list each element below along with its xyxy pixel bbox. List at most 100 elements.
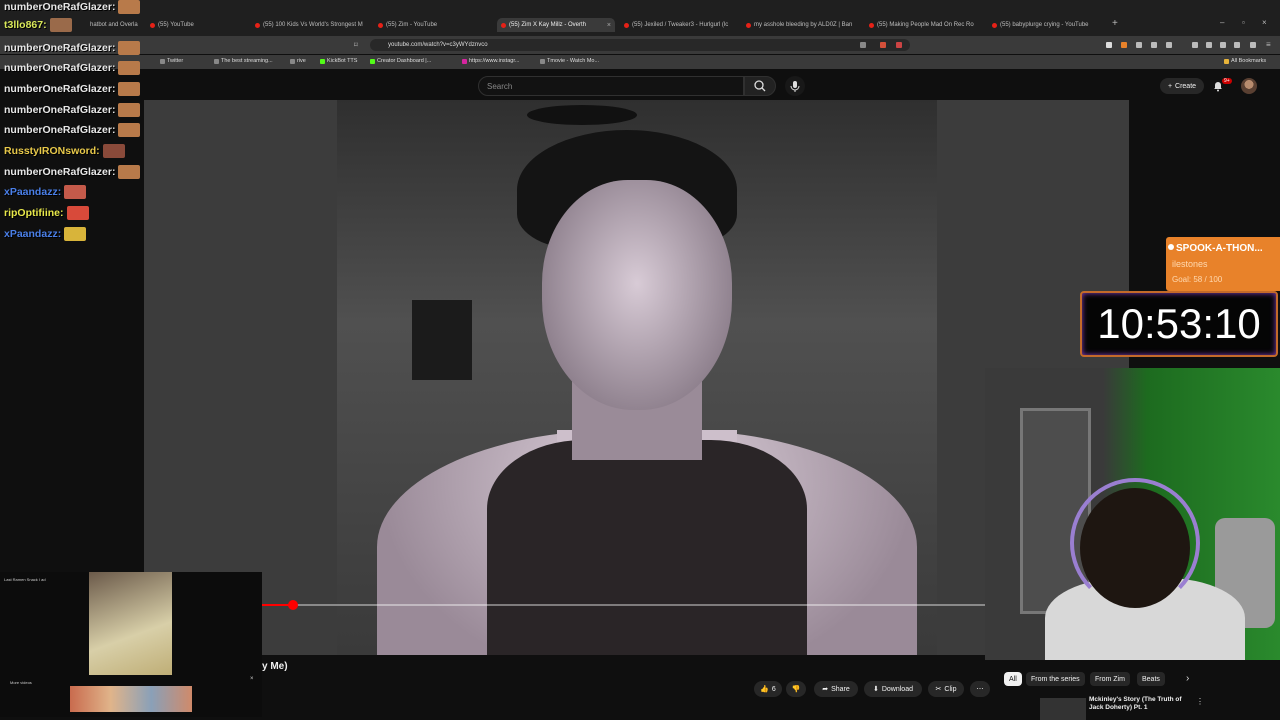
chat-message: ripOptifiine: [4,206,89,220]
progress-bar[interactable] [262,604,985,606]
youtube-icon [869,22,874,28]
menu-icon[interactable]: ≡ [1266,40,1271,49]
more-vert-icon[interactable]: ⋮ [1196,697,1204,706]
chip-from-zim[interactable]: From Zim [1090,672,1130,686]
site-icon [746,22,751,28]
tab-label: (55) YouTube [158,22,194,28]
scrubber-handle[interactable] [288,600,298,610]
vpn-icon[interactable] [1220,42,1226,48]
create-button[interactable]: + Create [1160,78,1204,94]
chip-from-series[interactable]: From the series [1026,672,1085,686]
emote-icon [49,18,72,32]
tab-7[interactable]: (55) babyplurge crying - YouTube [992,18,1104,32]
cast-icon[interactable] [860,42,866,48]
download-button[interactable]: ⬇ Download [864,681,922,697]
chat-username: numberOneRafGlazer: [4,42,116,54]
miniplayer-video[interactable] [89,572,172,675]
chat-username: numberOneRafGlazer: [4,83,116,95]
extension-icon[interactable] [1166,42,1172,48]
tab-5[interactable]: my asshole bleeding by ALD0Z | Ban [746,18,858,32]
share-button[interactable]: ➦ Share [814,681,858,697]
extension-icon[interactable] [1151,42,1157,48]
subathon-timer: 10:53:10 [1080,291,1278,357]
extension-icon[interactable] [1121,42,1127,48]
miniplayer[interactable]: Last Ramen Snack I ad More videos × [0,572,262,717]
chat-message: xPaandazz: [4,185,87,199]
tab-4[interactable]: (55) Jexiled / Tweaker3 - Hurlgurl (lc [624,18,736,32]
wallet-icon[interactable] [1206,42,1212,48]
avatar[interactable] [1241,78,1257,94]
search-button[interactable] [744,76,776,96]
bookmark-creator-dashboard[interactable]: Creator Dashboard |... [370,58,431,64]
bookmark-kickbot[interactable]: KickBot TTS [320,58,357,64]
video-title: y Me) [262,661,288,672]
youtube-icon [624,22,629,28]
brave-shield-icon[interactable] [880,42,886,48]
recommended-thumbnail[interactable] [1040,698,1086,720]
bookmark-rive[interactable]: rive [290,58,306,64]
tab-label: (55) Zim - YouTube [386,22,438,28]
extension-icon[interactable] [1106,42,1112,48]
microphone-icon [790,81,800,92]
sidebar-icon[interactable] [1192,42,1198,48]
url-text: youtube.com/watch?v=c3yWYdznvco [388,42,488,48]
thumbs-down-icon: 👎 [791,686,801,693]
voice-search-button[interactable] [785,76,805,96]
folder-icon [1224,58,1229,64]
recommended-title[interactable]: Mckinley's Story (The Truth of Jack Dohe… [1089,696,1189,712]
tab-3-active[interactable]: (55) Zim X Kay Millz - Overth × [497,18,615,32]
bookmark-instagram[interactable]: https://www.instagr... [462,58,519,64]
maximize-icon[interactable]: ▫ [1242,18,1245,27]
bookmark-twitter[interactable]: Twitter [160,58,183,64]
tab-label: (55) Zim X Kay Millz - Overth [509,22,587,28]
tab-6[interactable]: (55) Making People Mad On Rec Ro [869,18,981,32]
tab-label: hatbot and Overla [90,22,138,28]
bookmark-star-icon[interactable]: ⌑ [354,41,358,49]
chat-username: numberOneRafGlazer: [4,62,116,74]
profile-icon[interactable] [1250,42,1256,48]
search-icon [754,80,766,92]
bookmark-icon [214,58,219,64]
close-window-icon[interactable]: × [1262,18,1267,27]
chat-username: ripOptifiine: [4,207,64,219]
chat-username: numberOneRafGlazer: [4,104,116,116]
tab-2[interactable]: (55) Zim - YouTube [378,18,486,32]
close-tab-icon[interactable]: × [607,22,611,29]
bookmark-streaming[interactable]: The best streaming... [214,58,273,64]
tab-partial[interactable]: hatbot and Overla [90,18,150,32]
more-actions-button[interactable]: ⋯ [970,681,990,697]
tab-0[interactable]: (55) YouTube [150,18,242,32]
youtube-icon [378,22,383,28]
bookmark-tmovie[interactable]: Tmovie - Watch Mo... [540,58,599,64]
minimize-icon[interactable]: – [1220,18,1224,27]
chevron-right-icon[interactable]: › [1186,673,1189,684]
emote-icon [118,0,141,14]
url-field[interactable]: youtube.com/watch?v=c3yWYdznvco [370,39,910,51]
chip-beats[interactable]: Beats [1137,672,1165,686]
dislike-button[interactable]: 👎 [786,681,806,697]
bookmark-icon [290,58,295,64]
new-tab-icon[interactable]: + [1112,18,1118,29]
clip-button[interactable]: ✂ Clip [928,681,964,697]
search-input[interactable]: Search [478,76,744,96]
search-placeholder: Search [487,81,513,91]
emote-icon [64,227,87,241]
like-button[interactable]: 👍 6 [754,681,782,697]
tab-label: (55) Jexiled / Tweaker3 - Hurlgurl (lc [632,22,729,28]
all-bookmarks[interactable]: All Bookmarks [1224,58,1266,64]
leo-icon[interactable] [1234,42,1240,48]
close-icon[interactable]: × [250,676,254,682]
tab-1[interactable]: (55) 100 Kids Vs World's Strongest M [255,18,363,32]
chip-all[interactable]: All [1004,672,1022,686]
share-icon: ➦ [822,686,829,693]
extension-icon[interactable] [1136,42,1142,48]
rewards-icon[interactable] [896,42,902,48]
more-videos-thumbnails[interactable] [70,686,192,712]
youtube-icon [150,22,155,28]
kick-icon [370,58,375,64]
tab-label: (55) 100 Kids Vs World's Strongest M [263,22,363,28]
emote-icon [64,185,87,199]
emote-icon [118,82,141,96]
video-player[interactable] [144,100,1129,655]
chat-message: RusstyIRONsword: [4,144,125,158]
